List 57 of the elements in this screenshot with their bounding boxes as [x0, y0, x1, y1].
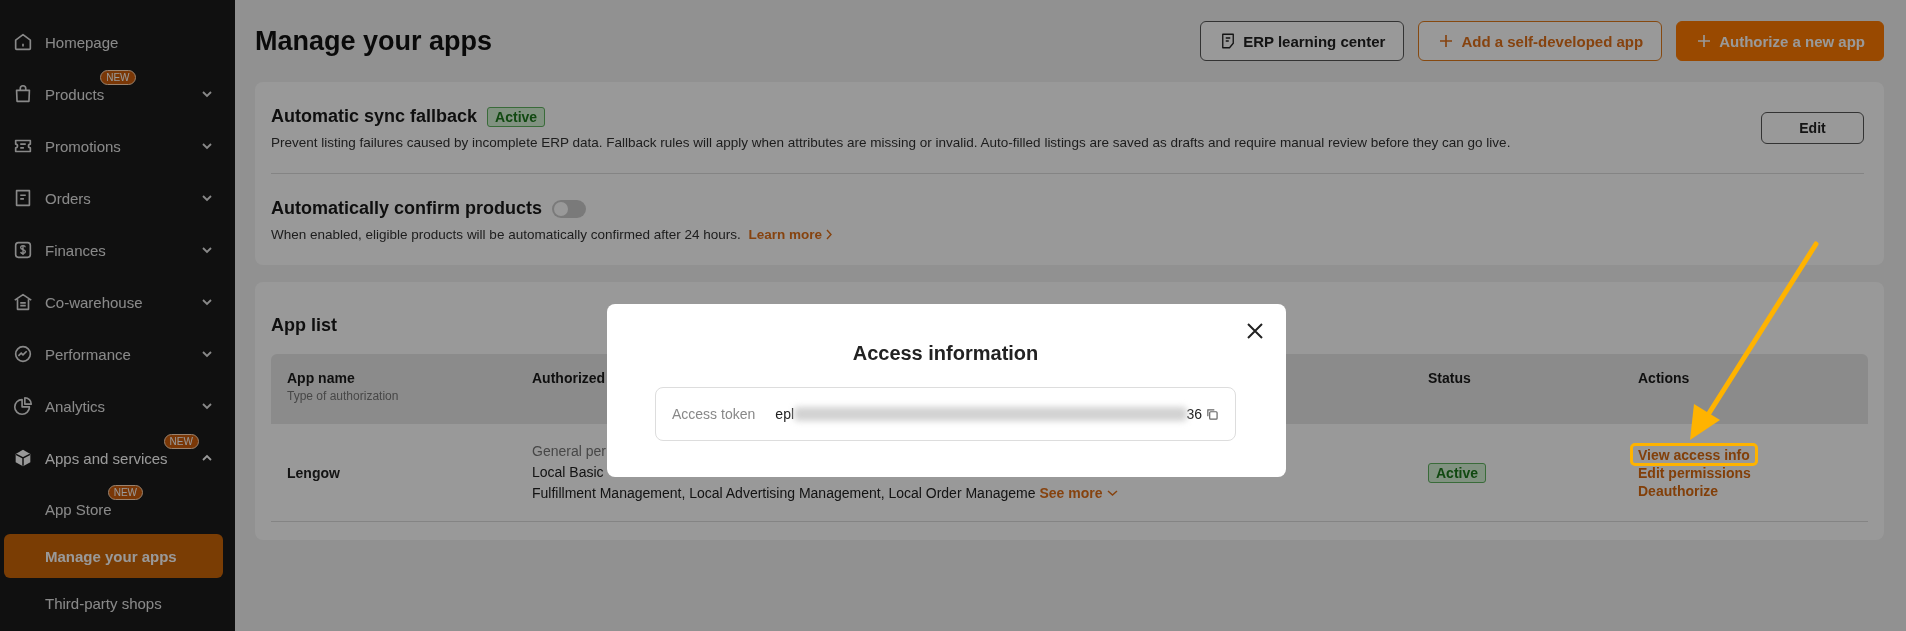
- copy-icon[interactable]: [1206, 407, 1219, 421]
- chevron-icon: [201, 244, 213, 256]
- column-header: Status: [1428, 370, 1472, 386]
- toggle-switch[interactable]: [552, 199, 587, 218]
- setting-title: Automatically confirm products: [271, 198, 543, 219]
- sidebar-item[interactable]: Apps and services NEW: [0, 432, 235, 484]
- chevron-icon: [201, 400, 213, 412]
- permission-text: Local Basic: [532, 464, 604, 480]
- chevron-icon: [201, 348, 213, 360]
- pie-chart-icon: [12, 395, 34, 417]
- section-title: App list: [271, 315, 337, 336]
- action-link[interactable]: View access info: [1638, 446, 1750, 463]
- token-text: 36: [1186, 406, 1203, 422]
- chevron-icon: [201, 140, 213, 152]
- chevron-icon: [825, 229, 834, 240]
- header-button[interactable]: ERP learning center: [1200, 21, 1405, 61]
- setting-description: Prevent listing failures caused by incomplete ERP data. Fallback rules will apply when attributes are missing or invalid. Auto-filled listings are saved as drafts and require manual review before they can go live.: [271, 135, 1511, 150]
- setting-description: When enabled, eligible products will be automatically confirmed after 24 hours.: [271, 227, 741, 242]
- column-header: Actions: [1638, 370, 1691, 386]
- sidebar-item[interactable]: Co-warehouse: [0, 276, 235, 328]
- sidebar-item[interactable]: Homepage: [0, 16, 235, 68]
- action-link[interactable]: Deauthorize: [1638, 482, 1719, 499]
- sidebar-item[interactable]: Products NEW: [0, 68, 235, 120]
- chevron-icon: [201, 296, 213, 308]
- sidebar-item[interactable]: Promotions: [0, 120, 235, 172]
- new-badge: NEW: [163, 433, 199, 449]
- sidebar-subitem[interactable]: Third-party shops: [4, 581, 223, 625]
- edit-button[interactable]: Edit: [1761, 112, 1864, 144]
- column-header: App name: [287, 370, 356, 386]
- warehouse-icon: [12, 291, 34, 313]
- token-text: epl: [775, 406, 795, 422]
- sidebar-item[interactable]: Performance: [0, 328, 235, 380]
- new-badge: NEW: [107, 484, 144, 500]
- status-badge: Active: [1428, 462, 1487, 483]
- dollar-icon: [12, 239, 34, 261]
- column-subheader: Type of authorization: [287, 389, 400, 403]
- sidebar-subitem[interactable]: App Store NEW: [4, 487, 223, 531]
- chevron-icon: [201, 192, 213, 204]
- permission-heading: General per: [532, 442, 606, 461]
- new-badge: NEW: [100, 69, 136, 85]
- home-icon: [12, 31, 34, 53]
- status-badge: Active: [487, 106, 546, 127]
- column-header: Authorized: [532, 370, 607, 386]
- action-link[interactable]: Edit permissions: [1638, 464, 1751, 481]
- sidebar-subitem[interactable]: Manage your apps: [4, 534, 223, 578]
- trend-icon: [12, 343, 34, 365]
- setting-title: Automatic sync fallback: [271, 106, 478, 127]
- page-title: Manage your apps: [255, 25, 493, 57]
- sidebar-item[interactable]: Finances: [0, 224, 235, 276]
- sidebar-item[interactable]: Analytics: [0, 380, 235, 432]
- permission-text: Fulfillment Management, Local Advertising Management, Local Order Manageme: [532, 485, 1036, 501]
- field-label: Access token: [672, 406, 757, 422]
- chevron-icon: [1106, 489, 1118, 497]
- chevron-icon: [201, 88, 213, 100]
- sidebar-item[interactable]: Orders: [0, 172, 235, 224]
- dialog-title: Access information: [851, 342, 1040, 365]
- table-cell: Lengow: [287, 464, 340, 481]
